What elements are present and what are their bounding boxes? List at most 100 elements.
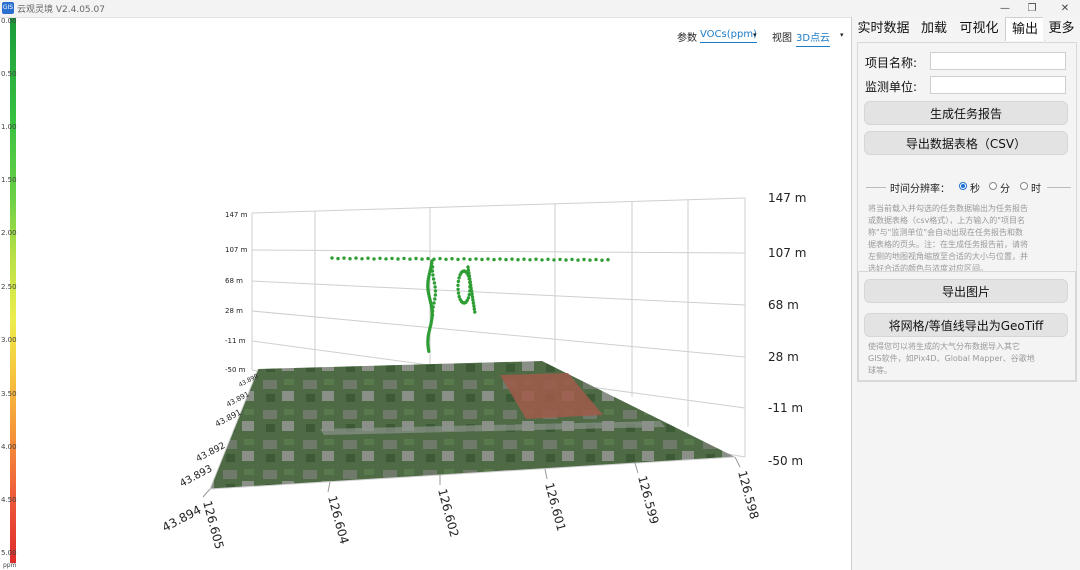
- z-tick-label: 107 m: [225, 246, 248, 254]
- data-point: [430, 313, 435, 317]
- data-point: [396, 257, 400, 261]
- data-point: [348, 257, 352, 261]
- 3d-point-cloud-chart[interactable]: 147 m 107 m 68 m 28 m -11 m -50 m 147 m 107 m 6…: [20, 17, 850, 570]
- tab-output[interactable]: 输出: [1005, 17, 1045, 41]
- data-point: [444, 257, 448, 261]
- data-point: [468, 277, 472, 281]
- data-point: [510, 257, 514, 261]
- scale-label: 0.00: [1, 17, 17, 25]
- help-line: 球等。: [868, 366, 892, 375]
- z-axis-left: 147 m 107 m 68 m 28 m -11 m -50 m: [225, 211, 248, 374]
- help-line: 左侧的地图视角缩放至合适的大小与位置，并: [868, 252, 1028, 261]
- lon-tick-label: 126.605: [200, 499, 226, 551]
- data-point: [534, 257, 538, 261]
- data-point: [450, 257, 454, 261]
- tab-visualize[interactable]: 可视化: [953, 17, 1005, 40]
- project-name-label: 项目名称:: [865, 56, 918, 70]
- project-name-input[interactable]: [930, 52, 1066, 70]
- tab-more[interactable]: 更多: [1043, 17, 1080, 40]
- data-point: [594, 257, 598, 262]
- data-point: [470, 292, 474, 296]
- data-point: [384, 257, 388, 261]
- z-tick-label: 147 m: [225, 211, 248, 219]
- data-point: [473, 310, 477, 314]
- data-point: [330, 256, 334, 260]
- data-point: [366, 256, 370, 260]
- data-point: [432, 281, 437, 285]
- z-tick-label: -50 m: [768, 454, 803, 468]
- data-point: [516, 258, 520, 262]
- data-point: [456, 283, 460, 287]
- radio-minute-label[interactable]: 分: [1000, 180, 1010, 195]
- data-point: [471, 298, 475, 302]
- data-point: [469, 286, 473, 290]
- data-point: [456, 287, 460, 291]
- data-point: [468, 280, 472, 284]
- side-panel: 实时数据 加载 可视化 输出 更多 项目名称: 监测单位: 生成任务报告 导出数…: [852, 17, 1080, 570]
- data-point: [430, 269, 435, 273]
- data-point: [457, 294, 461, 299]
- generate-report-button[interactable]: 生成任务报告: [864, 101, 1068, 125]
- tab-load[interactable]: 加载: [915, 17, 953, 40]
- help-line: 或数据表格（csv格式），上方输入的"项目名: [868, 216, 1025, 225]
- data-point: [414, 256, 418, 261]
- data-point: [372, 257, 376, 261]
- radio-hour[interactable]: [1020, 182, 1028, 190]
- help-line: 称"与"监测单位"会自动出现在任务报告和数: [868, 228, 1024, 237]
- lon-tick-label: 126.598: [735, 469, 761, 521]
- z-tick-label: 28 m: [768, 350, 799, 364]
- scale-unit: ppm: [3, 562, 17, 569]
- data-point: [492, 257, 496, 262]
- data-point: [468, 257, 472, 262]
- export-image-button[interactable]: 导出图片: [864, 279, 1068, 303]
- z-tick-label: -50 m: [225, 366, 246, 374]
- z-tick-label: -11 m: [768, 401, 803, 415]
- radio-second-label[interactable]: 秒: [970, 180, 980, 195]
- data-point: [336, 256, 340, 261]
- scale-label: 2.50: [1, 283, 17, 291]
- data-point: [469, 289, 474, 293]
- radio-second[interactable]: [959, 182, 967, 190]
- data-point: [378, 256, 382, 260]
- z-tick-label: 68 m: [225, 277, 243, 285]
- export-csv-button[interactable]: 导出数据表格（CSV）: [864, 131, 1068, 155]
- tab-realtime[interactable]: 实时数据: [852, 17, 915, 40]
- minimize-button[interactable]: —: [990, 0, 1020, 17]
- radio-minute[interactable]: [989, 182, 997, 190]
- data-point: [588, 258, 592, 262]
- scale-label: 3.00: [1, 336, 17, 344]
- lon-tick-label: 126.604: [325, 494, 351, 546]
- data-point: [456, 257, 460, 262]
- data-point: [582, 257, 586, 262]
- radio-hour-label[interactable]: 时: [1031, 180, 1041, 195]
- data-point: [430, 309, 435, 313]
- color-scale-bar: 0.00 0.50 1.00 1.50 2.00 2.50 3.00 3.50 …: [0, 17, 18, 570]
- monitor-unit-input[interactable]: [930, 76, 1066, 94]
- export-geotiff-button[interactable]: 将网格/等值线导出为GeoTiff: [864, 313, 1068, 337]
- point-cloud-series: [330, 256, 610, 353]
- help-line: GIS软件，如Pix4D、Global Mapper、谷歌地: [868, 354, 1035, 363]
- data-point: [354, 256, 358, 260]
- close-button[interactable]: ✕: [1050, 0, 1080, 17]
- window-title: 云观灵境 V2.4.05.07: [17, 5, 105, 15]
- data-point: [456, 279, 461, 284]
- data-point: [546, 257, 550, 261]
- data-point: [420, 257, 424, 261]
- scale-label: 3.50: [1, 390, 17, 398]
- z-tick-label: 107 m: [768, 246, 806, 260]
- data-point: [467, 271, 471, 275]
- scale-label: 2.00: [1, 229, 17, 237]
- data-point: [432, 301, 436, 305]
- plot-area[interactable]: 参数 VOCs(ppm) ▾ 视图 3D点云 ▾ 147 m 107 m 68 …: [20, 17, 850, 570]
- data-point: [570, 257, 574, 262]
- lon-tick-label: 126.599: [635, 474, 661, 526]
- scale-label: 0.50: [1, 70, 17, 78]
- data-point: [426, 256, 430, 261]
- data-point: [564, 258, 568, 262]
- app-logo-icon: GIS: [2, 2, 14, 14]
- lat-tick-label: 43.894: [160, 503, 204, 535]
- data-point: [576, 258, 580, 262]
- data-point: [558, 257, 562, 262]
- restore-button[interactable]: ❐: [1017, 0, 1047, 17]
- lon-tick-label: 126.601: [542, 481, 568, 533]
